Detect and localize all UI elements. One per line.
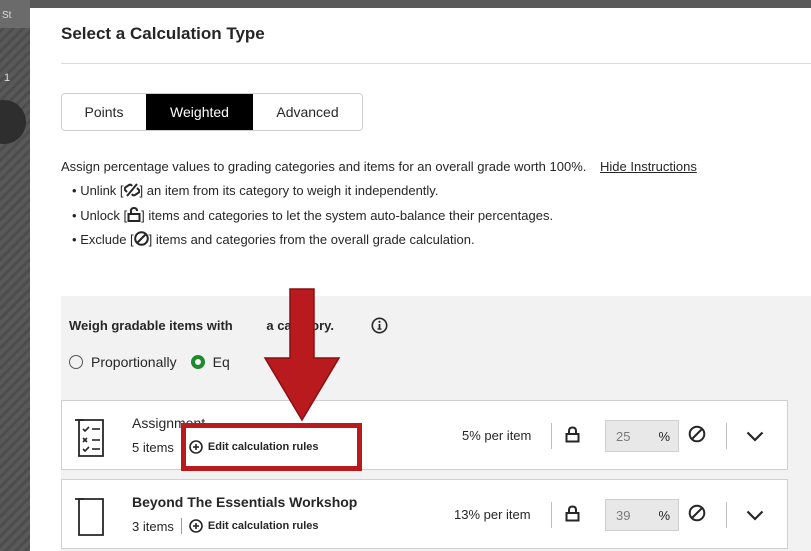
radio-equally[interactable]	[190, 355, 205, 369]
percent-value: 25	[616, 429, 631, 444]
bullet-dot: •	[72, 208, 77, 223]
category-meta: 3 items Edit calculation rules	[132, 518, 319, 534]
bullet-suffix: ] an item from its category to weigh it …	[139, 183, 439, 198]
percent-input[interactable]: 25 %	[605, 420, 679, 452]
chevron-down-icon[interactable]	[746, 429, 764, 447]
calculation-type-panel: Select a Calculation Type Points Weighte…	[30, 8, 811, 551]
title-divider	[61, 63, 811, 64]
column-divider	[551, 423, 552, 449]
bullet-dot: •	[72, 183, 77, 198]
edit-calculation-rules-button[interactable]: Edit calculation rules	[189, 519, 319, 533]
plus-circle-icon	[189, 519, 203, 533]
meta-separator	[180, 518, 182, 534]
category-title: Beyond The Essentials Workshop	[132, 494, 358, 510]
lock-icon[interactable]	[565, 505, 580, 527]
bullet-prefix: Unlock [	[80, 208, 128, 223]
item-count: 5 items	[132, 439, 174, 455]
radio-proportionally-label: Proportionally	[91, 354, 177, 370]
percent-value: 39	[616, 508, 631, 523]
bullet-prefix: Exclude [	[80, 232, 134, 247]
weigh-label-start: Weigh gradable items with	[69, 318, 233, 333]
exclude-icon[interactable]	[688, 425, 706, 448]
category-card-workshop: Beyond The Essentials Workshop 3 items E…	[61, 479, 788, 549]
exclude-icon[interactable]	[688, 504, 706, 527]
column-divider	[726, 423, 727, 449]
background-corner-label: St	[2, 10, 12, 21]
category-card-assignment: Assignment 5 items Edit calculation rule…	[61, 400, 788, 470]
background-side-number: 1	[4, 72, 11, 84]
exclude-icon	[133, 231, 149, 247]
chevron-down-icon[interactable]	[746, 508, 764, 526]
instruction-bullet-exclude: • Exclude [ ] items and categories from t…	[72, 231, 475, 247]
instruction-bullet-unlink: • Unlink [ ] an item from its category to…	[72, 183, 438, 198]
instructions-text: Assign percentage values to grading cate…	[61, 159, 697, 174]
annotation-arrow	[263, 288, 341, 422]
bullet-suffix: ] items and categories to let the system…	[141, 208, 554, 223]
bullet-dot: •	[72, 232, 77, 247]
instruction-bullet-unlock: • Unlock [ ] items and categories to let …	[72, 206, 554, 223]
hide-instructions-link[interactable]: Hide Instructions	[600, 159, 697, 174]
tab-points[interactable]: Points	[62, 94, 146, 130]
unlink-icon	[123, 183, 140, 198]
column-divider	[726, 502, 727, 528]
per-item-weight: 5% per item	[462, 428, 532, 443]
tab-weighted[interactable]: Weighted	[146, 94, 253, 130]
checklist-icon	[74, 419, 108, 462]
column-divider	[551, 502, 552, 528]
percent-input[interactable]: 39 %	[605, 499, 679, 531]
edit-rules-label: Edit calculation rules	[207, 520, 319, 532]
panel-title: Select a Calculation Type	[61, 24, 265, 43]
document-icon	[74, 498, 108, 541]
radio-proportionally[interactable]	[69, 355, 83, 369]
annotation-highlight-box	[181, 423, 362, 471]
percent-sign: %	[658, 429, 670, 444]
bullet-prefix: Unlink [	[80, 183, 124, 198]
calculation-tabs: Points Weighted Advanced	[61, 93, 363, 131]
weigh-options: Proportionally Eq	[69, 354, 230, 370]
lock-icon[interactable]	[565, 426, 580, 448]
radio-equally-label: Eq	[212, 354, 230, 370]
tab-advanced[interactable]: Advanced	[253, 94, 362, 130]
bullet-suffix: ] items and categories from the overall …	[148, 232, 475, 247]
per-item-weight: 13% per item	[454, 507, 531, 522]
item-count: 3 items	[132, 518, 174, 534]
instructions-body: Assign percentage values to grading cate…	[61, 159, 587, 174]
unlock-icon	[127, 206, 141, 223]
percent-sign: %	[658, 508, 670, 523]
info-icon[interactable]	[371, 317, 388, 339]
